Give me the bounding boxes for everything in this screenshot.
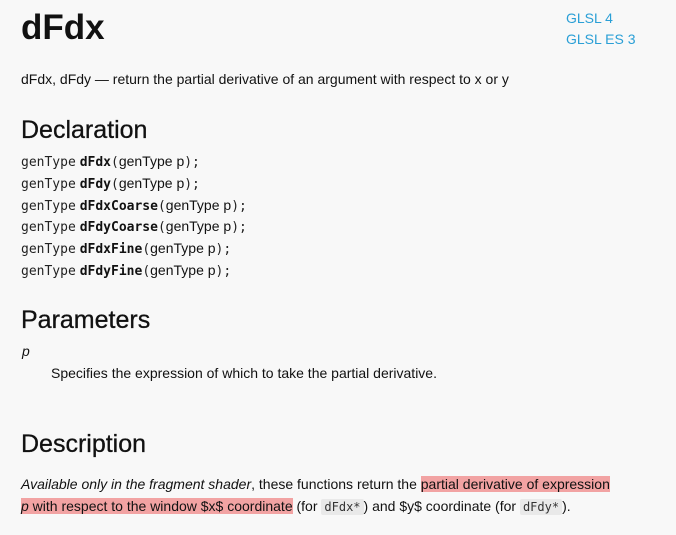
highlighted-text: p with respect to the window $x$ coordin… [21,497,293,514]
param-type: genType [150,261,204,278]
param-type: genType [165,218,220,235]
function-summary: dFdx, dFdy — return the partial derivati… [21,71,509,87]
parameters-heading: Parameters [21,306,151,334]
return-type: genType [21,220,76,236]
function-name: dFdxCoarse [79,198,158,214]
version-link-glsl-es3[interactable]: GLSL ES 3 [566,29,636,50]
function-name: dFdx [79,155,111,170]
function-name: dFdyCoarse [79,220,158,236]
return-type: genType [21,242,76,258]
highlighted-text: partial derivative of expression [420,476,610,492]
version-link-glsl4[interactable]: GLSL 4 [566,8,636,29]
param-type: genType [165,196,220,213]
version-links: GLSL 4 GLSL ES 3 [566,8,636,50]
param-type: genType [118,153,173,169]
description-text: Available only in the fragment shader, t… [21,476,610,515]
function-name: dFdxFine [79,242,143,258]
inline-code: dFdx* [321,498,364,515]
declaration-line: genType dFdyCoarse(genType p); [21,218,247,236]
availability-note: Available only in the fragment shader [21,476,252,492]
parameter-description: Specifies the expression of which to tak… [51,365,437,381]
declaration-line: genType dFdy(genType p); [21,174,200,192]
parameter-term: p [22,343,30,359]
param-type: genType [150,240,204,257]
return-type: genType [21,198,76,214]
return-type: genType [21,155,76,170]
inline-code: dFdy* [519,498,563,515]
declaration-line: genType dFdx(genType p); [21,153,200,170]
page-title: dFdx [21,8,105,47]
param-name: p [207,240,216,257]
declaration-list: genType dFdx(genType p); genType dFdy(ge… [21,151,247,282]
declaration-line: genType dFdxFine(genType p); [21,240,232,258]
declaration-line: genType dFdyFine(genType p); [21,261,232,279]
inline-param: p [21,497,29,514]
return-type: genType [21,176,76,192]
description-heading: Description [21,430,147,458]
declaration-heading: Declaration [21,116,148,144]
reference-page: dFdx GLSL 4 GLSL ES 3 dFdx, dFdy — retur… [0,0,676,535]
declaration-line: genType dFdxCoarse(genType p); [21,196,247,214]
return-type: genType [21,263,76,279]
param-type: genType [118,174,173,191]
function-name: dFdyFine [79,263,143,279]
param-name: p [207,261,216,278]
function-name: dFdy [79,176,111,192]
